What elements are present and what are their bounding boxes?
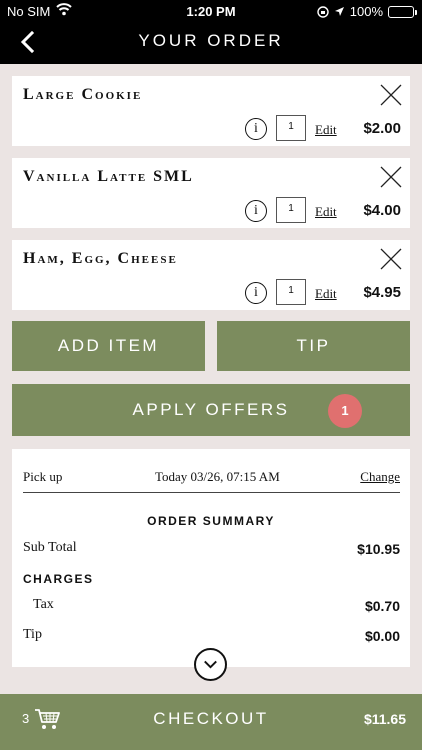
subtotal-label: Sub Total xyxy=(23,540,77,555)
battery-icon xyxy=(388,5,417,18)
item-name: Large Cookie xyxy=(23,86,143,103)
item-name: Vanilla Latte SML xyxy=(23,168,194,185)
edit-link[interactable]: Edit xyxy=(315,286,337,302)
quantity-field[interactable]: 1 xyxy=(276,279,306,305)
tip-summary-label: Tip xyxy=(23,627,42,642)
info-icon[interactable]: i xyxy=(245,118,267,140)
divider xyxy=(23,492,400,493)
tip-summary-value: $0.00 xyxy=(364,628,400,644)
tip-label: TIP xyxy=(296,336,331,355)
add-item-button[interactable]: ADD ITEM xyxy=(12,321,205,371)
quantity-field[interactable]: 1 xyxy=(276,115,306,141)
item-name: Ham, Egg, Cheese xyxy=(23,250,178,267)
item-price: $4.00 xyxy=(363,202,401,219)
order-summary-title: ORDER SUMMARY xyxy=(147,514,275,528)
tip-button[interactable]: TIP xyxy=(217,321,410,371)
battery-percent: 100% xyxy=(349,4,383,19)
order-item-large-cookie: Large Cookie i 1 Edit $2.00 xyxy=(12,76,410,146)
apply-offers-button[interactable]: APPLY OFFERS 1 xyxy=(12,384,410,436)
status-bar: No SIM 1:20 PM 100% xyxy=(0,0,422,22)
checkout-bar: 3 CHECKOUT $11.65 xyxy=(0,694,422,750)
change-pickup-link[interactable]: Change xyxy=(360,469,400,485)
item-price: $4.95 xyxy=(363,284,401,301)
order-total: $11.65 xyxy=(363,711,406,727)
edit-link[interactable]: Edit xyxy=(315,122,337,138)
chevron-down-icon[interactable] xyxy=(194,648,227,681)
location-arrow-icon xyxy=(334,7,344,16)
order-summary-panel: Pick up Today 03/26, 07:15 AM Change ORD… xyxy=(12,449,410,681)
info-icon[interactable]: i xyxy=(245,282,267,304)
add-item-label: ADD ITEM xyxy=(57,336,160,355)
subtotal-value: $10.95 xyxy=(357,541,400,557)
remove-item-icon[interactable] xyxy=(380,84,402,106)
item-price: $2.00 xyxy=(363,120,401,137)
tax-value: $0.70 xyxy=(364,598,400,614)
order-item-vanilla-latte: Vanilla Latte SML i 1 Edit $4.00 xyxy=(12,158,410,228)
remove-item-icon[interactable] xyxy=(380,248,402,270)
pickup-label: Pick up xyxy=(23,469,63,484)
tax-label: Tax xyxy=(33,597,54,612)
pickup-time: Today 03/26, 07:15 AM xyxy=(155,469,280,484)
status-right: 100% xyxy=(317,4,417,19)
quantity-field[interactable]: 1 xyxy=(276,197,306,223)
edit-link[interactable]: Edit xyxy=(315,204,337,220)
remove-item-icon[interactable] xyxy=(380,166,402,188)
page-title: YOUR ORDER xyxy=(138,31,284,50)
rotation-lock-icon xyxy=(317,5,329,18)
app-header: No SIM 1:20 PM 100% YOUR ORDER xyxy=(0,0,422,64)
offers-count-badge: 1 xyxy=(328,394,362,428)
info-icon[interactable]: i xyxy=(245,200,267,222)
order-item-ham-egg-cheese: Ham, Egg, Cheese i 1 Edit $4.95 xyxy=(12,240,410,310)
checkout-button[interactable]: CHECKOUT xyxy=(0,709,422,729)
charges-heading: CHARGES xyxy=(23,572,94,586)
